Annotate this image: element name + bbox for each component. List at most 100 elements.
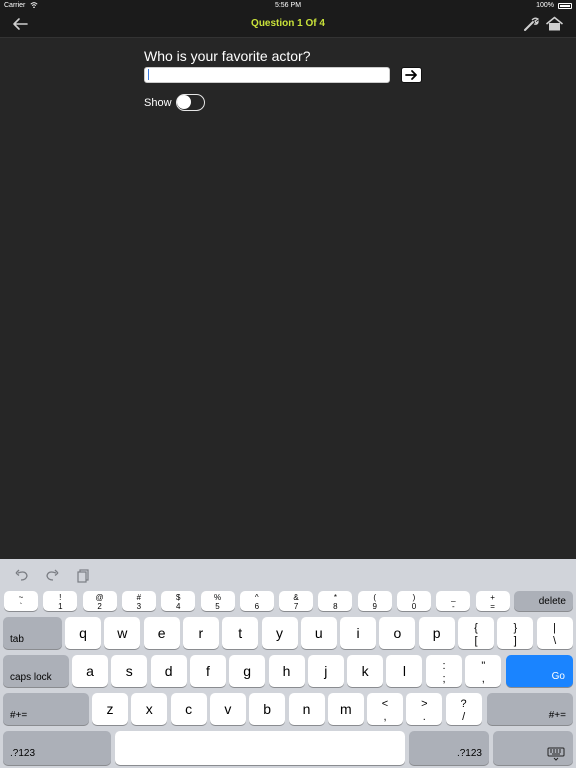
key-label: m bbox=[339, 701, 352, 717]
symbol-key-row2-1[interactable]: }] bbox=[497, 617, 534, 649]
space-bar[interactable] bbox=[115, 731, 405, 765]
key-label: o bbox=[393, 625, 402, 641]
key-label: , bbox=[481, 673, 485, 685]
key-v[interactable]: v bbox=[209, 693, 246, 725]
key-label: 4 bbox=[175, 602, 181, 611]
key-b[interactable]: b bbox=[249, 693, 286, 725]
page-title: Question 1 Of 4 bbox=[251, 18, 325, 29]
key-label: < bbox=[381, 698, 389, 710]
key-label: [ bbox=[474, 635, 478, 647]
key-d[interactable]: d bbox=[150, 655, 187, 687]
key-label: z bbox=[106, 701, 114, 717]
numbers-left-key[interactable]: .?123 bbox=[3, 731, 111, 765]
key-label: g bbox=[243, 663, 252, 679]
key-label: ; bbox=[442, 673, 446, 685]
hide-keyboard-key[interactable] bbox=[493, 731, 573, 765]
key-m[interactable]: m bbox=[327, 693, 364, 725]
key-5-number-row[interactable]: % 5 bbox=[200, 591, 235, 611]
toggle-knob bbox=[177, 95, 191, 109]
submit-answer-button[interactable] bbox=[401, 67, 422, 83]
key-q[interactable]: q bbox=[65, 617, 101, 649]
show-toggle[interactable] bbox=[176, 94, 205, 111]
delete-key[interactable]: delete bbox=[514, 591, 573, 611]
key-j[interactable]: j bbox=[307, 655, 344, 687]
key-11-number-row[interactable]: _ - bbox=[436, 591, 471, 611]
key-label: b bbox=[263, 701, 272, 717]
key-label: w bbox=[117, 625, 128, 641]
answer-input[interactable] bbox=[144, 67, 390, 83]
key-h[interactable]: h bbox=[268, 655, 305, 687]
key-label: 9 bbox=[372, 602, 377, 611]
shift-right-key[interactable]: #+= bbox=[487, 693, 573, 725]
key-label: ) bbox=[412, 593, 416, 602]
key-s[interactable]: s bbox=[111, 655, 148, 687]
paste-icon[interactable] bbox=[75, 567, 91, 583]
key-3-number-row[interactable]: #3 bbox=[121, 591, 156, 611]
wrench-icon[interactable] bbox=[522, 16, 540, 32]
shift-left-key[interactable]: #+= bbox=[3, 693, 89, 725]
key-label: \ bbox=[553, 635, 557, 647]
key-2-number-row[interactable]: @2 bbox=[82, 591, 117, 611]
key-u[interactable]: u bbox=[300, 617, 337, 649]
key-12-number-row[interactable]: + = bbox=[475, 591, 510, 611]
key-label: delete bbox=[538, 596, 566, 607]
key-z[interactable]: z bbox=[92, 693, 128, 725]
key-8-number-row[interactable]: * 8 bbox=[318, 591, 353, 611]
key-label: 3 bbox=[136, 602, 142, 611]
key-label: l bbox=[402, 663, 406, 679]
redo-icon[interactable] bbox=[44, 567, 60, 583]
key-label: _ bbox=[451, 593, 456, 602]
key-0-number-row[interactable]: ~ ` bbox=[4, 591, 38, 611]
key-i[interactable]: i bbox=[340, 617, 377, 649]
key-c[interactable]: c bbox=[170, 693, 207, 725]
key-o[interactable]: o bbox=[379, 617, 416, 649]
symbol-key-row2-0[interactable]: {[ bbox=[458, 617, 494, 649]
key-label: n bbox=[302, 701, 311, 717]
key-10-number-row[interactable]: ) 0 bbox=[397, 591, 431, 611]
key-r[interactable]: r bbox=[182, 617, 219, 649]
key-7-number-row[interactable]: & 7 bbox=[279, 591, 314, 611]
key-label: #+= bbox=[548, 710, 566, 721]
key-label: 0 bbox=[411, 602, 417, 611]
symbol-key-row3-0[interactable]: :; bbox=[426, 655, 462, 687]
key-4-number-row[interactable]: $4 bbox=[161, 591, 196, 611]
key-label: c bbox=[185, 701, 193, 717]
key-label: r bbox=[198, 625, 204, 641]
key-label: : bbox=[442, 660, 446, 672]
key-g[interactable]: g bbox=[229, 655, 266, 687]
key-label: * bbox=[333, 593, 337, 602]
numbers-right-key[interactable]: .?123 bbox=[409, 731, 489, 765]
key-w[interactable]: w bbox=[104, 617, 141, 649]
key-t[interactable]: t bbox=[222, 617, 259, 649]
symbol-key-row4-1[interactable]: >. bbox=[406, 693, 443, 725]
key-k[interactable]: k bbox=[347, 655, 384, 687]
undo-icon[interactable] bbox=[14, 567, 30, 583]
key-1-number-row[interactable]: ! 1 bbox=[43, 591, 78, 611]
key-label: f bbox=[205, 663, 210, 679]
key-p[interactable]: p bbox=[418, 617, 455, 649]
key-label: / bbox=[462, 711, 466, 723]
key-a[interactable]: a bbox=[72, 655, 108, 687]
symbol-key-row2-2[interactable]: | \ bbox=[536, 617, 573, 649]
text-caret bbox=[148, 69, 149, 80]
go-key[interactable]: Go bbox=[506, 655, 573, 687]
key-label: 6 bbox=[254, 602, 260, 611]
key-f[interactable]: f bbox=[189, 655, 226, 687]
key-label: ^ bbox=[254, 593, 259, 602]
key-x[interactable]: x bbox=[131, 693, 168, 725]
key-l[interactable]: l bbox=[386, 655, 423, 687]
key-label: j bbox=[324, 663, 328, 679]
clock: 5:56 PM bbox=[274, 2, 302, 9]
key-label: # bbox=[136, 593, 142, 602]
key-6-number-row[interactable]: ^ 6 bbox=[239, 591, 274, 611]
key-n[interactable]: n bbox=[288, 693, 325, 725]
symbol-key-row3-1[interactable]: ", bbox=[465, 655, 502, 687]
key-e[interactable]: e bbox=[143, 617, 180, 649]
symbol-key-row4-2[interactable]: ? / bbox=[445, 693, 482, 725]
key-9-number-row[interactable]: (9 bbox=[357, 591, 392, 611]
tab-key[interactable]: tab bbox=[3, 617, 62, 649]
home-icon[interactable] bbox=[545, 16, 564, 32]
symbol-key-row4-0[interactable]: <, bbox=[367, 693, 403, 725]
caps-lock-key[interactable]: caps lock bbox=[3, 655, 69, 687]
key-y[interactable]: y bbox=[261, 617, 298, 649]
